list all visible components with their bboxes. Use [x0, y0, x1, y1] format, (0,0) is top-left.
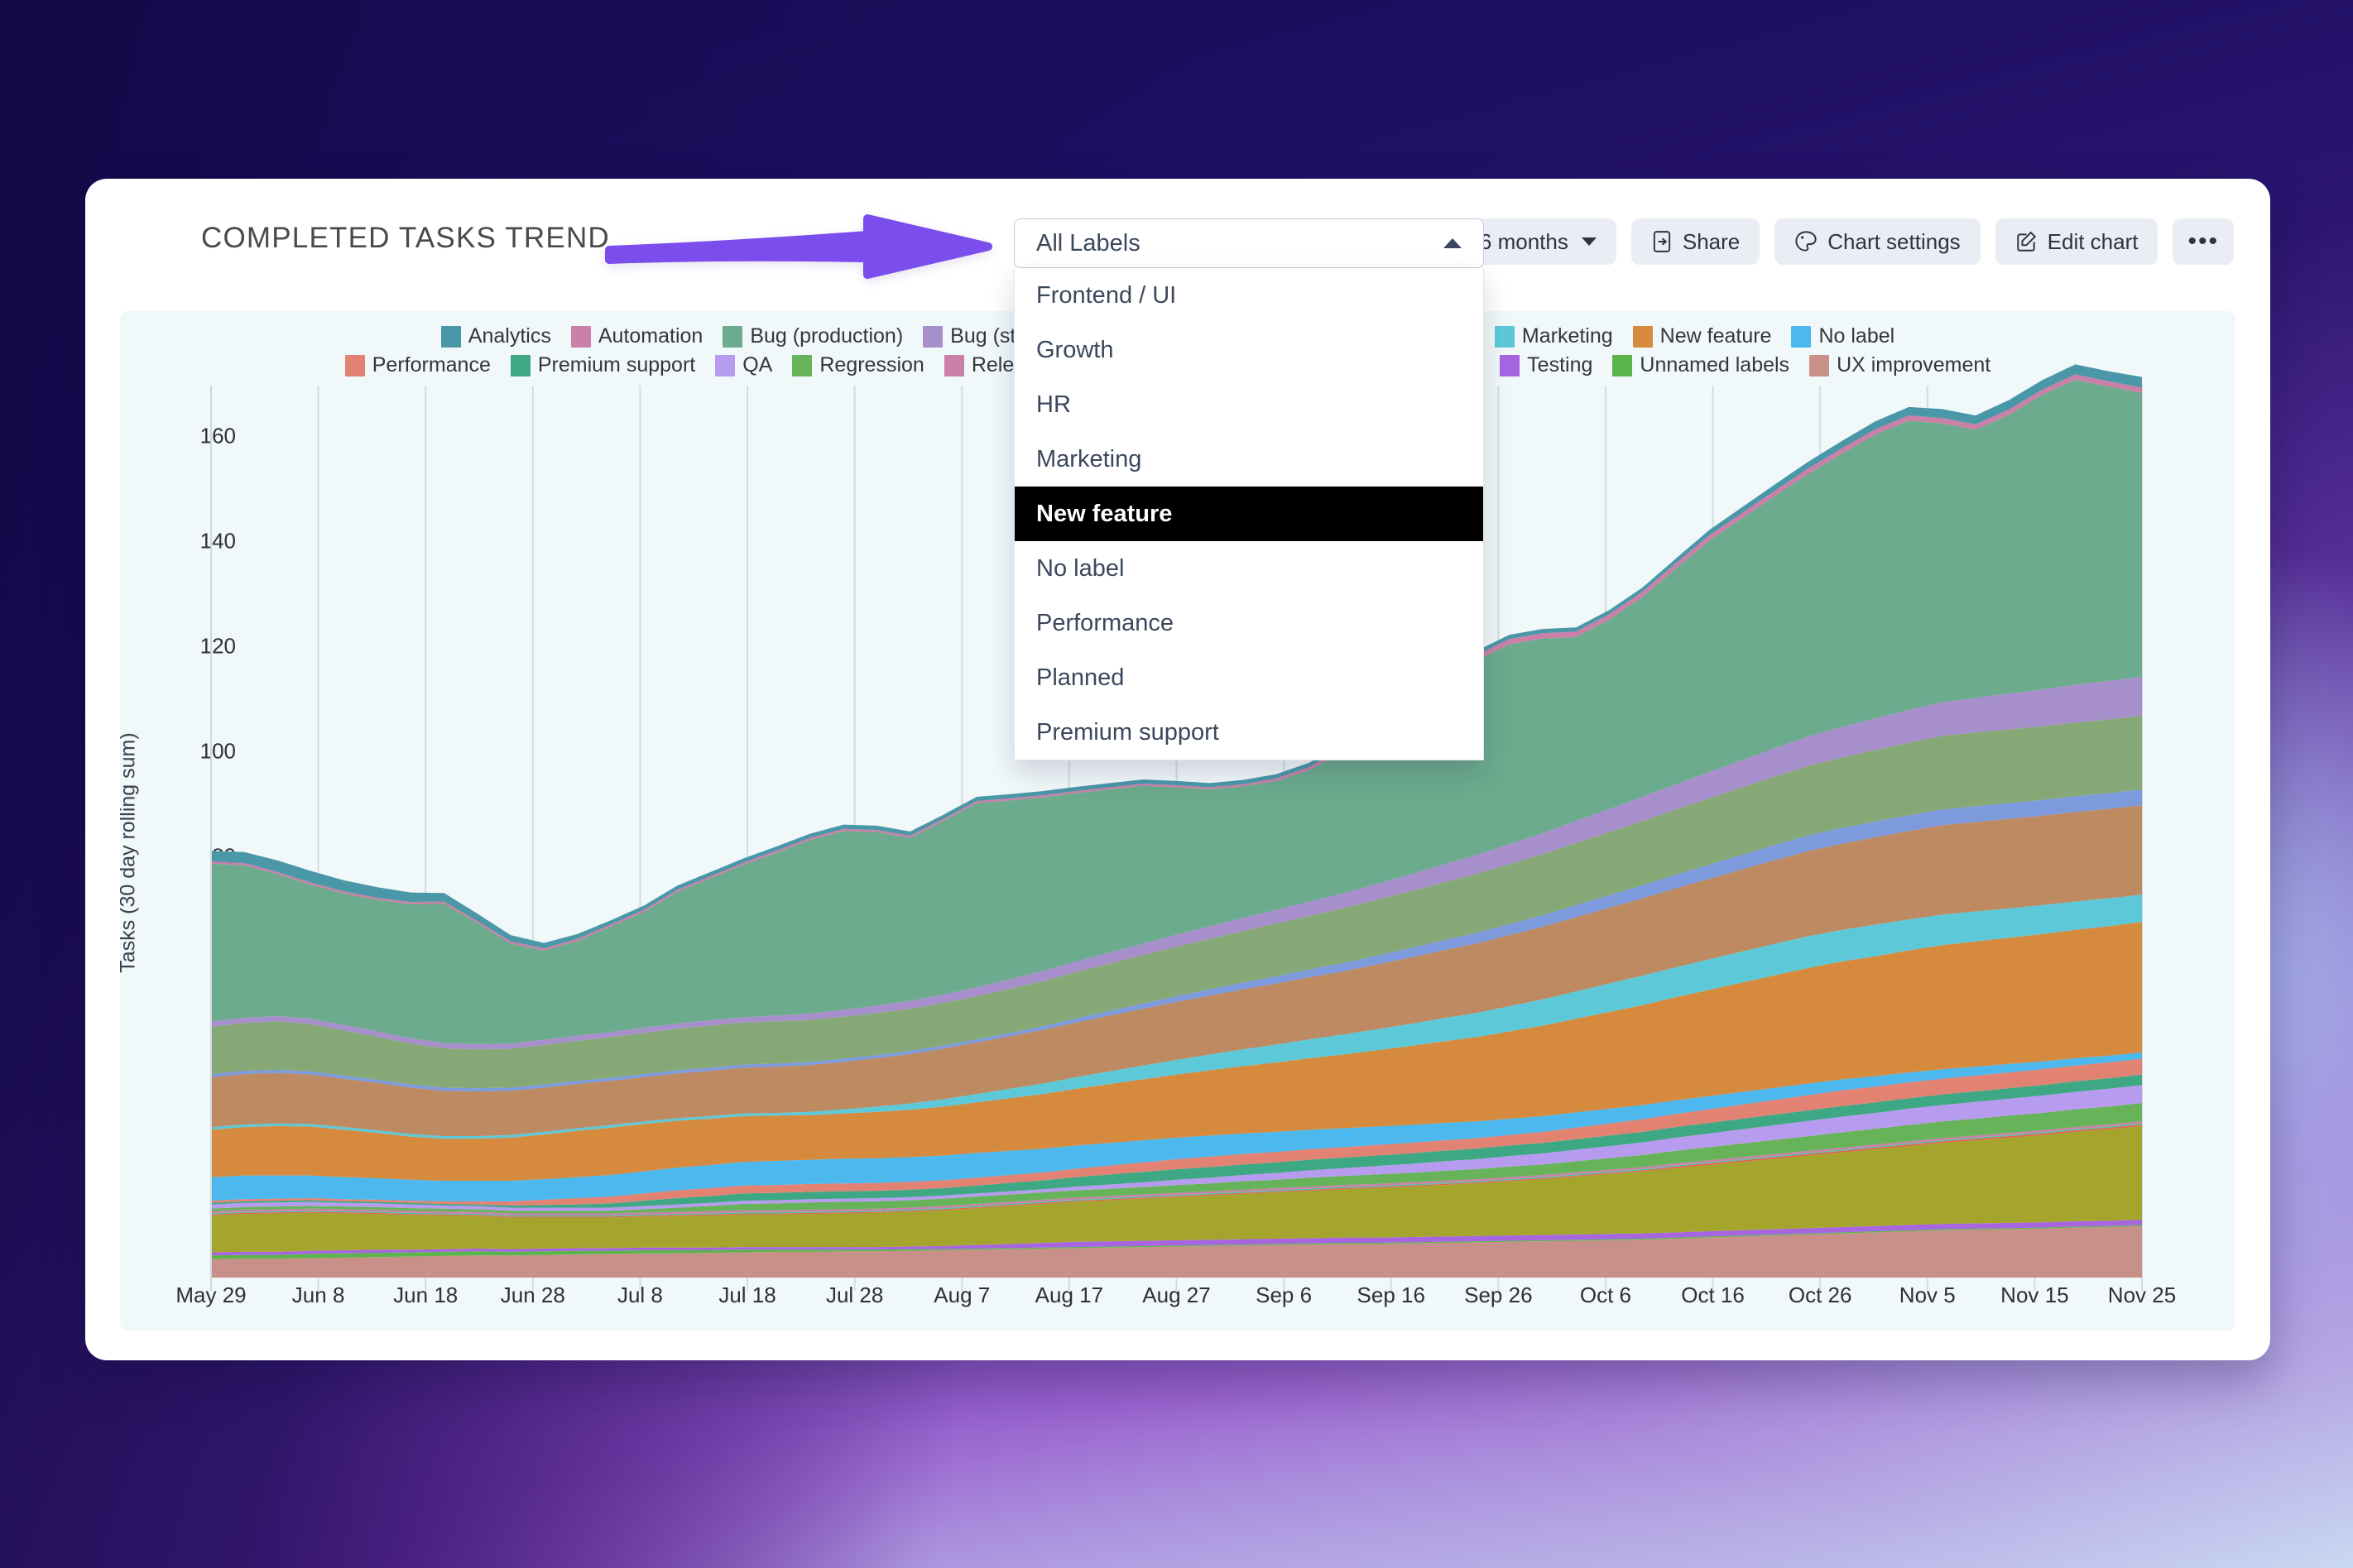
- more-options-button[interactable]: •••: [2173, 218, 2234, 265]
- label-option-frontend-ui[interactable]: Frontend / UI: [1015, 268, 1483, 323]
- label-option-growth[interactable]: Growth: [1015, 323, 1483, 377]
- label-option-hr[interactable]: HR: [1015, 377, 1483, 432]
- chart-settings-button[interactable]: Chart settings: [1774, 218, 1980, 265]
- share-icon: [1651, 230, 1673, 253]
- palette-icon: [1794, 230, 1818, 253]
- time-range-label: 6 months: [1480, 231, 1568, 252]
- label-option-premium-support[interactable]: Premium support: [1015, 705, 1483, 760]
- label-option-new-feature[interactable]: New feature: [1015, 487, 1483, 541]
- label-option-marketing[interactable]: Marketing: [1015, 432, 1483, 487]
- chart-settings-label: Chart settings: [1827, 231, 1960, 252]
- label-filter-value: All Labels: [1036, 230, 1140, 257]
- label-filter-option-list[interactable]: Frontend / UIGrowthHRMarketingNew featur…: [1014, 268, 1484, 760]
- label-option-planned[interactable]: Planned: [1015, 650, 1483, 705]
- label-option-performance[interactable]: Performance: [1015, 596, 1483, 650]
- share-label: Share: [1683, 231, 1740, 252]
- share-button[interactable]: Share: [1631, 218, 1760, 265]
- chart-toolbar: 6 months Share: [1460, 218, 2234, 265]
- ellipsis-icon: •••: [2187, 234, 2219, 249]
- chevron-down-icon: [1582, 237, 1597, 246]
- label-filter-dropdown[interactable]: All Labels Frontend / UIGrowthHRMarketin…: [1014, 218, 1484, 760]
- label-option-no-label[interactable]: No label: [1015, 541, 1483, 596]
- edit-chart-button[interactable]: Edit chart: [1995, 218, 2159, 265]
- chevron-up-icon: [1443, 238, 1462, 248]
- label-filter-trigger[interactable]: All Labels: [1014, 218, 1484, 268]
- edit-pencil-icon: [2015, 230, 2038, 253]
- page-title: COMPLETED TASKS TREND: [201, 222, 610, 255]
- edit-chart-label: Edit chart: [2048, 231, 2139, 252]
